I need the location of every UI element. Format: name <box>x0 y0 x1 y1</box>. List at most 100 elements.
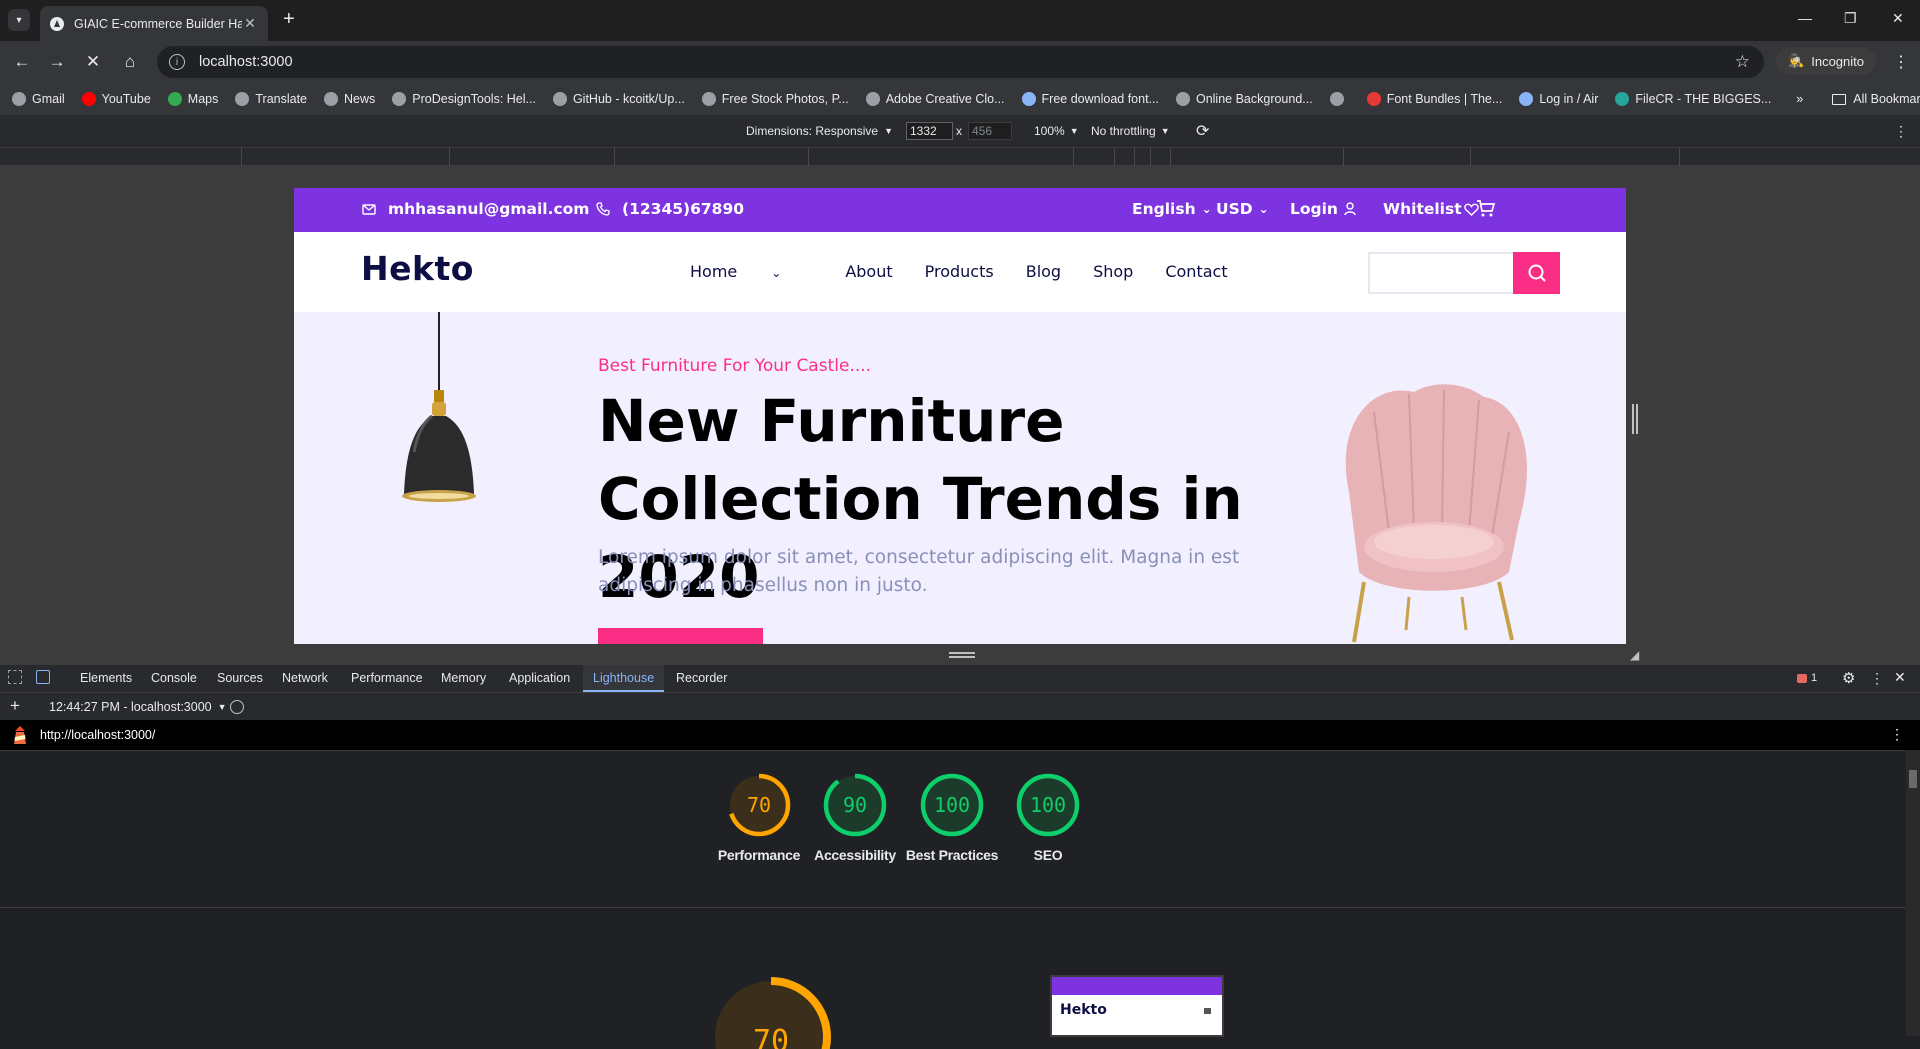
login-link[interactable]: Login <box>1290 200 1356 218</box>
settings-gear-icon[interactable]: ⚙ <box>1842 669 1855 687</box>
resize-handle-right[interactable] <box>1632 404 1638 434</box>
throttling-select[interactable]: No throttling ▼ <box>1091 124 1170 138</box>
wishlist-label: Whitelist <box>1383 200 1462 218</box>
tab-search-button[interactable]: ▾ <box>8 9 30 31</box>
cart-button[interactable] <box>1476 199 1496 218</box>
gauge-value: 70 <box>747 793 771 817</box>
site-info-icon[interactable]: i <box>169 54 185 70</box>
all-bookmarks-button[interactable]: All Bookmarks <box>1832 92 1920 106</box>
devtools-tab-sources[interactable]: Sources <box>217 671 263 685</box>
close-window-icon[interactable]: ✕ <box>1892 10 1904 27</box>
thumb-menu-icon <box>1204 1008 1211 1014</box>
bookmark-item[interactable] <box>1329 92 1350 106</box>
more-bookmarks-icon[interactable]: » <box>1796 92 1803 106</box>
report-url[interactable]: http://localhost:3000/ <box>40 728 155 742</box>
clear-reports-icon[interactable] <box>230 700 244 714</box>
issues-badge[interactable]: 1 <box>1797 672 1817 684</box>
media-query-ruler[interactable] <box>0 147 1920 166</box>
more-options-icon[interactable]: ⋮ <box>1894 123 1908 140</box>
bookmark-item[interactable]: Translate <box>235 92 307 106</box>
dimension-separator: x <box>956 124 962 138</box>
globe-icon <box>324 92 339 106</box>
site-search-input[interactable] <box>1368 252 1513 294</box>
dimensions-select[interactable]: Dimensions: Responsive ▼ <box>746 124 893 138</box>
score-gauge-performance[interactable]: 70 Performance <box>711 771 807 865</box>
back-button[interactable]: ← <box>9 49 35 75</box>
bookmark-item[interactable]: GitHub - kcoitk/Up... <box>552 92 685 106</box>
report-select[interactable]: 12:44:27 PM - localhost:3000 ▼ <box>49 700 227 714</box>
height-input[interactable]: 456 <box>968 122 1012 140</box>
bookmark-label: Free Stock Photos, P... <box>721 92 849 106</box>
resize-corner-icon[interactable]: ◢ <box>1630 648 1639 662</box>
nav-shop[interactable]: Shop <box>1093 262 1133 281</box>
bookmark-item[interactable]: Gmail <box>12 92 65 106</box>
bookmark-item[interactable]: Online Background... <box>1175 92 1313 106</box>
gauge-ring: 90 <box>823 773 887 837</box>
devtools-tab-application[interactable]: Application <box>509 671 570 685</box>
report-menu-icon[interactable]: ⋮ <box>1890 726 1904 743</box>
score-gauge-best-practices[interactable]: 100 Best Practices <box>904 771 1000 865</box>
report-scrollbar[interactable] <box>1906 750 1920 1036</box>
minimize-icon[interactable]: — <box>1798 10 1812 26</box>
devtools-tab-lighthouse[interactable]: Lighthouse <box>583 665 665 692</box>
devtools-tab-elements[interactable]: Elements <box>80 671 132 685</box>
device-toggle-icon[interactable] <box>36 670 50 684</box>
contact-phone[interactable]: (12345)67890 <box>596 200 744 218</box>
bookmark-item[interactable]: News <box>324 92 375 106</box>
nav-contact[interactable]: Contact <box>1165 262 1227 281</box>
devtools-tab-memory[interactable]: Memory <box>441 671 486 685</box>
score-gauge-seo[interactable]: 100 SEO <box>1000 771 1096 865</box>
stop-loading-button[interactable]: ✕ <box>80 49 106 75</box>
bookmark-item[interactable]: Adobe Creative Clo... <box>865 92 1005 106</box>
devtools-tab-performance[interactable]: Performance <box>351 671 423 685</box>
chevron-down-icon: ▼ <box>1160 126 1170 136</box>
nav-about[interactable]: About <box>845 262 892 281</box>
cart-icon <box>1477 200 1496 217</box>
maps-icon <box>167 92 182 106</box>
bookmark-item[interactable]: Free Stock Photos, P... <box>701 92 849 106</box>
resize-handle-bottom[interactable] <box>949 652 975 658</box>
devtools-tab-console[interactable]: Console <box>151 671 197 685</box>
score-gauge-accessibility[interactable]: 90 Accessibility <box>807 771 903 865</box>
restore-icon[interactable]: ❐ <box>1844 10 1857 27</box>
forward-button[interactable]: → <box>44 49 70 75</box>
browser-tab[interactable]: GIAIC E-commerce Builder Hack ✕ <box>40 6 268 41</box>
bookmark-star-icon[interactable]: ☆ <box>1735 52 1750 72</box>
nav-home[interactable]: Home ⌄ <box>690 262 813 281</box>
address-bar[interactable]: i localhost:3000 ☆ <box>157 46 1764 78</box>
scrollbar-thumb[interactable] <box>1909 770 1917 788</box>
nav-blog[interactable]: Blog <box>1026 262 1061 281</box>
close-tab-icon[interactable]: ✕ <box>242 15 258 32</box>
devtools-menu-icon[interactable]: ⋮ <box>1870 670 1884 687</box>
bookmark-item[interactable]: Log in / Air <box>1519 92 1598 106</box>
gauge-ring: 70 <box>727 773 791 837</box>
bookmark-item[interactable]: Maps <box>167 92 218 106</box>
new-report-icon[interactable]: + <box>10 696 20 716</box>
bookmark-item[interactable]: Font Bundles | The... <box>1366 92 1502 106</box>
devtools-tab-recorder[interactable]: Recorder <box>676 671 727 685</box>
inspect-element-icon[interactable] <box>8 670 22 684</box>
zoom-select[interactable]: 100% ▼ <box>1034 124 1079 138</box>
wishlist-link[interactable]: Whitelist <box>1383 200 1479 218</box>
browser-menu-icon[interactable]: ⋮ <box>1893 52 1909 72</box>
contact-email[interactable]: mhhasanul@gmail.com <box>362 200 589 218</box>
home-button[interactable]: ⌂ <box>117 49 143 75</box>
width-input[interactable]: 1332 <box>906 122 953 140</box>
bookmark-item[interactable]: YouTube <box>81 92 151 106</box>
site-search-button[interactable] <box>1513 252 1560 294</box>
currency-select[interactable]: USD ⌄ <box>1216 200 1269 218</box>
rotate-icon[interactable]: ⟳ <box>1196 121 1209 141</box>
bookmark-item[interactable]: ProDesignTools: Hel... <box>392 92 536 106</box>
new-tab-button[interactable]: + <box>283 8 295 31</box>
close-devtools-icon[interactable]: ✕ <box>1894 669 1906 686</box>
bookmark-label: Gmail <box>32 92 65 106</box>
devtools-tab-network[interactable]: Network <box>282 671 328 685</box>
language-select[interactable]: English ⌄ <box>1132 200 1212 218</box>
incognito-badge[interactable]: 🕵 Incognito <box>1776 47 1876 75</box>
url-text[interactable]: localhost:3000 <box>199 54 293 70</box>
site-logo[interactable]: Hekto <box>361 249 474 288</box>
nav-products[interactable]: Products <box>925 262 994 281</box>
bookmark-item[interactable]: FileCR - THE BIGGES... <box>1615 92 1771 106</box>
shop-now-button[interactable] <box>598 628 763 644</box>
bookmark-item[interactable]: Free download font... <box>1021 92 1159 106</box>
